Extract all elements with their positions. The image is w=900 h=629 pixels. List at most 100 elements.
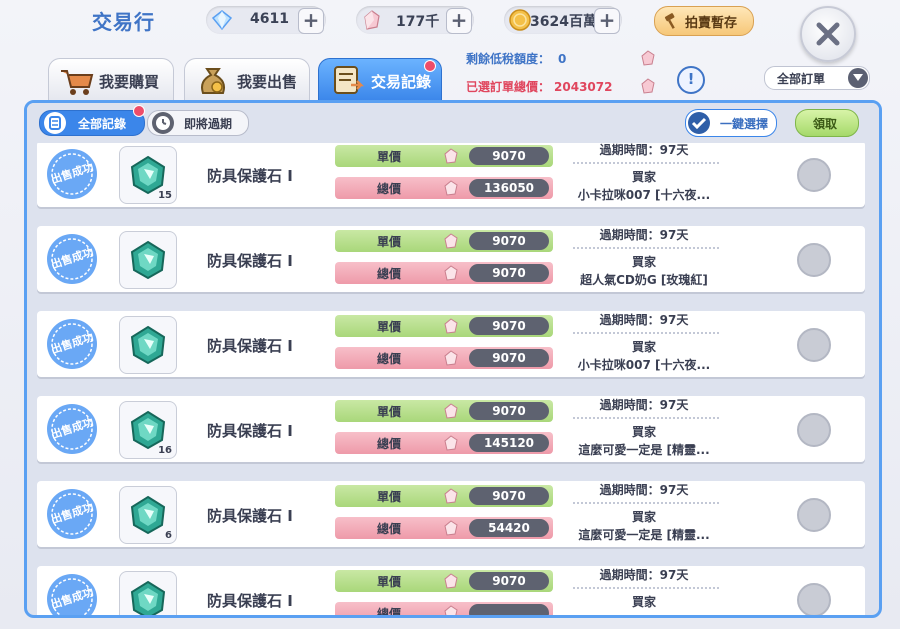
tab-sell[interactable]: 我要出售 xyxy=(184,58,310,101)
buyer-label: 買家 xyxy=(631,170,656,184)
order-filter-dropdown[interactable]: 全部訂單 xyxy=(764,66,870,90)
total-price-bar: 總價 9070 xyxy=(335,347,553,369)
selected-total: 已選訂單總價： 2043072 xyxy=(466,78,612,95)
selected-total-label: 已選訂單總價： xyxy=(466,80,551,94)
claim-label: 領取 xyxy=(813,117,838,131)
item-name: 防具保護石 Ⅰ xyxy=(207,422,293,440)
crystal-icon xyxy=(444,605,458,615)
unit-price-value: 9070 xyxy=(469,317,549,335)
add-crystal-button[interactable]: + xyxy=(446,8,472,34)
sold-stamp: 出售成功 xyxy=(45,232,99,286)
select-radio[interactable] xyxy=(797,158,831,192)
tab-buy[interactable]: 我要購買 xyxy=(48,58,174,101)
filter-expiring-label: 即將過期 xyxy=(184,117,233,131)
total-price-value: 54420 xyxy=(469,519,549,537)
unit-price-bar: 單價 9070 xyxy=(335,230,553,252)
crystal-icon xyxy=(364,10,380,30)
add-gold-button[interactable]: + xyxy=(594,8,620,34)
select-radio[interactable] xyxy=(797,498,831,532)
total-price-bar: 總價 xyxy=(335,602,553,615)
item-slot[interactable]: 16 xyxy=(119,401,177,459)
shopping-cart-icon xyxy=(61,70,94,95)
unit-price-value: 9070 xyxy=(469,572,549,590)
crystal-icon xyxy=(444,435,458,451)
item-slot[interactable]: 6 xyxy=(119,486,177,544)
claim-button[interactable]: 領取 xyxy=(795,109,859,137)
select-radio[interactable] xyxy=(797,328,831,362)
select-radio[interactable] xyxy=(797,583,831,615)
buyer-name: 這麼可愛一定是 [精靈... xyxy=(578,528,710,542)
unit-price-label: 單價 xyxy=(377,490,402,504)
item-slot[interactable] xyxy=(119,231,177,289)
info-icon[interactable]: ! xyxy=(677,66,705,94)
auction-storage-button[interactable]: 拍賣暫存 xyxy=(654,6,754,36)
buyer-label: 買家 xyxy=(631,340,656,354)
unit-price-value: 9070 xyxy=(469,487,549,505)
diamond-value: 4611 xyxy=(250,11,289,27)
crystal-icon xyxy=(444,233,458,249)
record-row: 出售成功 防具保護石 Ⅰ 單價 9070 總價 過期時間：97天 買家 xyxy=(37,566,865,615)
total-price-label: 總價 xyxy=(377,522,402,536)
notification-dot xyxy=(424,60,436,72)
records-panel: 全部記錄 即將過期 一鍵選擇 領取 出售成功 15 防具保護石 Ⅰ 單價 907… xyxy=(24,100,882,618)
item-quantity: 16 xyxy=(158,445,172,456)
item-slot[interactable]: 15 xyxy=(119,146,177,204)
divider xyxy=(573,162,719,164)
chevron-down-icon xyxy=(848,68,868,88)
auction-storage-label: 拍賣暫存 xyxy=(685,16,738,31)
gavel-icon xyxy=(664,13,675,29)
crystal-icon xyxy=(444,265,458,281)
record-row: 出售成功 15 防具保護石 Ⅰ 單價 9070 總價 136050 過期時間：9… xyxy=(37,143,865,207)
filter-expiring-button[interactable]: 即將過期 xyxy=(147,110,249,136)
crystal-icon xyxy=(444,180,458,196)
divider xyxy=(573,587,719,589)
tab-buy-label: 我要購買 xyxy=(99,73,160,91)
item-slot[interactable] xyxy=(119,316,177,374)
records-list: 出售成功 15 防具保護石 Ⅰ 單價 9070 總價 136050 過期時間：9… xyxy=(27,143,879,615)
total-price-bar: 總價 136050 xyxy=(335,177,553,199)
item-slot[interactable] xyxy=(119,571,177,615)
total-price-bar: 總價 145120 xyxy=(335,432,553,454)
buyer-label: 買家 xyxy=(631,595,656,609)
crystal-icon xyxy=(444,520,458,536)
add-diamond-button[interactable]: + xyxy=(298,8,324,34)
expire-time: 過期時間：97天 xyxy=(599,313,689,327)
filter-all-records-label: 全部記錄 xyxy=(78,117,127,131)
sold-stamp: 出售成功 xyxy=(45,402,99,456)
list-icon xyxy=(44,112,66,134)
total-price-label: 總價 xyxy=(377,352,402,366)
crystal-icon xyxy=(444,403,458,419)
protection-stone-icon xyxy=(130,580,166,615)
selected-total-value: 2043072 xyxy=(554,80,613,94)
buyer-name: 小卡拉咪007 [十六夜... xyxy=(577,358,711,372)
item-name: 防具保護石 Ⅰ xyxy=(207,252,293,270)
unit-price-label: 單價 xyxy=(377,405,402,419)
buyer-name: 小卡拉咪007 [十六夜... xyxy=(577,188,711,202)
select-radio[interactable] xyxy=(797,243,831,277)
sold-stamp: 出售成功 xyxy=(45,317,99,371)
gold-coin-icon xyxy=(509,9,531,31)
close-button[interactable] xyxy=(800,6,856,62)
filter-bar: 全部記錄 即將過期 一鍵選擇 領取 xyxy=(27,103,879,143)
total-price-label: 總價 xyxy=(377,607,402,615)
sold-stamp: 出售成功 xyxy=(45,572,99,615)
unit-price-bar: 單價 9070 xyxy=(335,570,553,592)
gold-counter: 3624百萬 + xyxy=(504,6,622,34)
filter-all-records-button[interactable]: 全部記錄 xyxy=(39,110,145,136)
crystal-value: 177千 xyxy=(396,14,440,30)
crystal-icon xyxy=(444,148,458,164)
tab-records-label: 交易記錄 xyxy=(371,73,432,91)
sold-stamp: 出售成功 xyxy=(45,487,99,541)
select-radio[interactable] xyxy=(797,413,831,447)
buyer-name: 這麼可愛一定是 [精靈... xyxy=(578,443,710,457)
order-filter-value: 全部訂單 xyxy=(777,72,826,86)
tax-quota: 剩餘低稅額度： 0 xyxy=(466,50,566,67)
unit-price-bar: 單價 9070 xyxy=(335,145,553,167)
protection-stone-icon xyxy=(130,240,166,280)
unit-price-bar: 單價 9070 xyxy=(335,485,553,507)
checkmark-icon xyxy=(688,112,710,134)
total-price-label: 總價 xyxy=(377,437,402,451)
divider xyxy=(573,502,719,504)
select-all-button[interactable]: 一鍵選擇 xyxy=(685,109,777,137)
sold-stamp: 出售成功 xyxy=(45,147,99,201)
